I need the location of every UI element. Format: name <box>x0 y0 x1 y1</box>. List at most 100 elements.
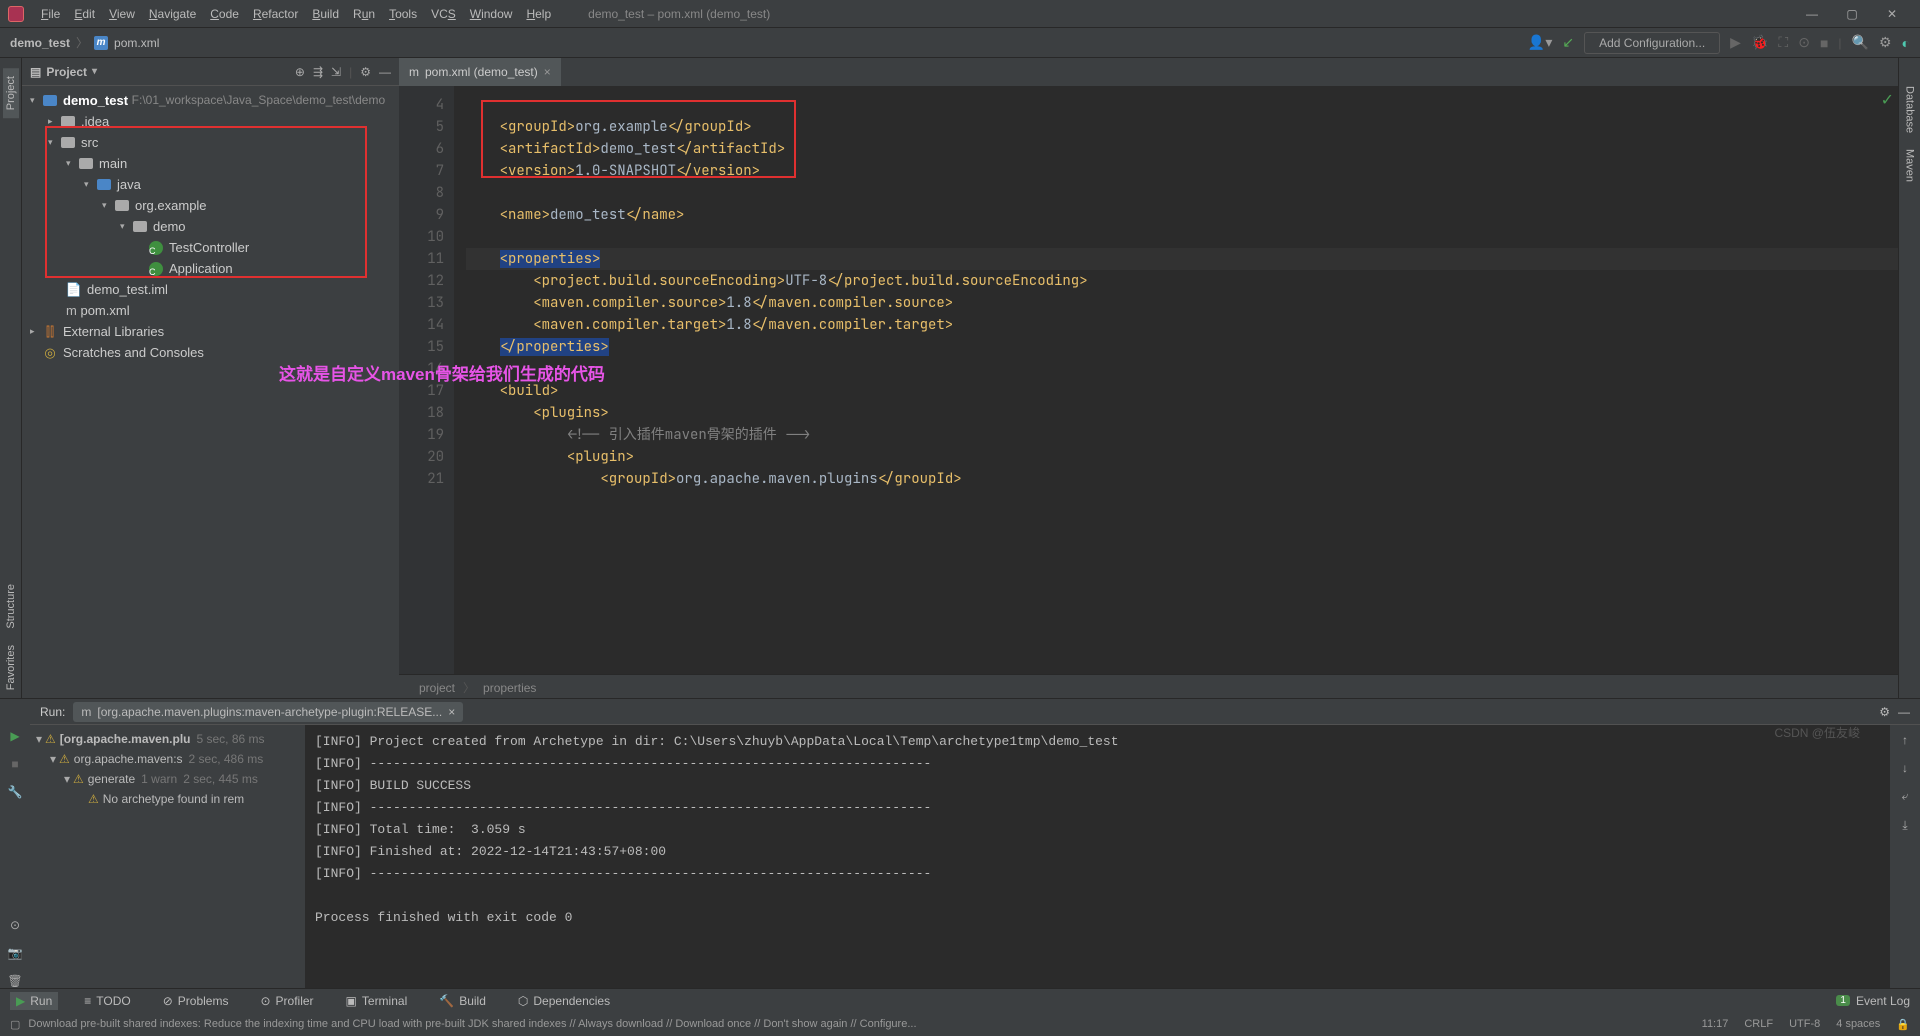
wrench-icon[interactable]: 🔧 <box>8 785 23 799</box>
project-tree[interactable]: ▾demo_test F:\01_workspace\Java_Space\de… <box>22 86 399 363</box>
status-line-sep[interactable]: CRLF <box>1744 1018 1773 1030</box>
menu-refactor[interactable]: Refactor <box>246 4 305 24</box>
run-header: Run: m [org.apache.maven.plugins:maven-a… <box>30 699 1920 725</box>
menu-view[interactable]: View <box>102 4 142 24</box>
soft-wrap-icon[interactable]: ⤶ <box>1902 789 1909 804</box>
run-hide-icon[interactable]: — <box>1898 705 1910 719</box>
tab-terminal[interactable]: ▣Terminal <box>340 992 414 1010</box>
pin-icon[interactable]: ⊙ <box>10 918 20 932</box>
tab-todo[interactable]: ≡TODO <box>78 992 136 1010</box>
minimize-button[interactable]: — <box>1792 7 1832 21</box>
tab-problems[interactable]: ⊘Problems <box>157 992 235 1010</box>
expand-icon[interactable]: ⇶ <box>313 65 323 79</box>
status-encoding[interactable]: UTF-8 <box>1789 1018 1820 1030</box>
menu-window[interactable]: Window <box>463 4 520 24</box>
user-icon[interactable]: 👤▾ <box>1528 34 1552 51</box>
trash-icon[interactable]: 🗑 <box>7 974 22 988</box>
menu-help[interactable]: Help <box>519 4 558 24</box>
run-button[interactable]: ▶ <box>1730 34 1741 51</box>
run-task-generate[interactable]: generate <box>88 769 135 789</box>
settings-icon[interactable]: ⚙ <box>360 65 371 79</box>
maximize-button[interactable]: ▢ <box>1832 7 1872 21</box>
tree-application[interactable]: Application <box>169 258 233 279</box>
tree-package[interactable]: org.example <box>135 195 207 216</box>
breadcrumb[interactable]: demo_test 〉 m pom.xml <box>10 34 159 51</box>
up-icon[interactable]: ↑ <box>1902 733 1908 747</box>
tree-pom[interactable]: pom.xml <box>80 300 129 321</box>
menu-edit[interactable]: Edit <box>67 4 102 24</box>
status-message[interactable]: Download pre-built shared indexes: Reduc… <box>28 1018 916 1030</box>
analysis-ok-icon[interactable]: ✓ <box>1881 90 1894 110</box>
run-task-maven[interactable]: org.apache.maven:s <box>74 749 183 769</box>
tree-external[interactable]: External Libraries <box>63 321 164 342</box>
status-indent[interactable]: 4 spaces <box>1836 1018 1880 1030</box>
coverage-button[interactable]: ⛶ <box>1778 34 1788 51</box>
menu-tools[interactable]: Tools <box>382 4 424 24</box>
editor-breadcrumb[interactable]: project〉properties <box>399 674 1898 698</box>
run-warning[interactable]: No archetype found in rem <box>103 789 244 809</box>
ide-features-icon[interactable]: ◐ <box>1902 35 1910 51</box>
settings-button[interactable]: ⚙ <box>1879 34 1892 51</box>
close-tab-icon[interactable]: × <box>448 705 455 719</box>
run-label: Run: <box>40 705 65 719</box>
annotation-text: 这就是自定义maven骨架给我们生成的代码 <box>279 360 605 385</box>
sidebar-tab-project[interactable]: Project <box>3 68 19 118</box>
build-button[interactable]: ↙ <box>1562 34 1574 51</box>
scroll-end-icon[interactable]: ⤓ <box>1902 818 1907 833</box>
status-bar: ▢ Download pre-built shared indexes: Red… <box>0 1012 1920 1036</box>
menu-code[interactable]: Code <box>203 4 246 24</box>
tree-idea[interactable]: .idea <box>81 111 109 132</box>
tree-main[interactable]: main <box>99 153 127 174</box>
tree-scratches[interactable]: Scratches and Consoles <box>63 342 204 363</box>
tree-testcontroller[interactable]: TestController <box>169 237 249 258</box>
hide-icon[interactable]: — <box>379 65 391 79</box>
breadcrumb-file[interactable]: pom.xml <box>114 36 159 50</box>
menu-bar: File Edit View Navigate Code Refactor Bu… <box>0 0 1920 28</box>
rerun-icon[interactable]: ▶ <box>10 729 19 743</box>
run-tree[interactable]: ▾⚠[org.apache.maven.plu5 sec, 86 ms ▾⚠or… <box>30 725 305 988</box>
tab-build[interactable]: 🔨Build <box>433 992 492 1010</box>
close-tab-icon[interactable]: × <box>544 65 551 79</box>
breadcrumb-root[interactable]: demo_test <box>10 36 70 50</box>
run-task-root[interactable]: [org.apache.maven.plu <box>60 729 191 749</box>
tab-dependencies[interactable]: ⬡Dependencies <box>512 992 616 1010</box>
status-lock-icon[interactable]: 🔒 <box>1896 1018 1910 1031</box>
profile-button[interactable]: ⊙ <box>1798 34 1810 51</box>
sidebar-tab-favorites[interactable]: Favorites <box>3 637 19 698</box>
tree-project-root[interactable]: demo_test <box>63 90 128 111</box>
run-settings-icon[interactable]: ⚙ <box>1879 705 1890 719</box>
menu-vcs[interactable]: VCS <box>424 4 463 24</box>
menu-build[interactable]: Build <box>305 4 346 24</box>
stop-button[interactable]: ■ <box>1820 35 1828 51</box>
editor-tab-pom[interactable]: m pom.xml (demo_test) × <box>399 58 561 86</box>
down-icon[interactable]: ↓ <box>1902 761 1908 775</box>
menu-run[interactable]: Run <box>346 4 382 24</box>
camera-icon[interactable]: 📷 <box>8 946 23 960</box>
tab-run[interactable]: ▶Run <box>10 992 58 1010</box>
search-button[interactable]: 🔍 <box>1852 34 1869 51</box>
sidebar-tab-structure[interactable]: Structure <box>3 576 19 637</box>
tree-src[interactable]: src <box>81 132 98 153</box>
run-tab[interactable]: m [org.apache.maven.plugins:maven-archet… <box>73 702 463 722</box>
menu-file[interactable]: File <box>34 4 67 24</box>
run-configuration-selector[interactable]: Add Configuration... <box>1584 32 1720 54</box>
status-icon[interactable]: ▢ <box>10 1018 20 1031</box>
close-button[interactable]: ✕ <box>1872 7 1912 21</box>
debug-button[interactable]: 🐞 <box>1751 34 1768 51</box>
locate-icon[interactable]: ⊕ <box>295 65 305 79</box>
tab-profiler[interactable]: ⊙Profiler <box>254 992 319 1010</box>
console-output[interactable]: [INFO] Project created from Archetype in… <box>305 725 1890 988</box>
stop-icon[interactable]: ■ <box>11 757 18 771</box>
tree-iml[interactable]: demo_test.iml <box>87 279 168 300</box>
todo-icon: ≡ <box>84 994 91 1008</box>
project-folder-icon: ▤ <box>30 65 41 79</box>
sidebar-tab-maven[interactable]: Maven <box>1902 141 1918 190</box>
menu-navigate[interactable]: Navigate <box>142 4 203 24</box>
tree-java[interactable]: java <box>117 174 141 195</box>
tab-eventlog[interactable]: 1Event Log <box>1836 994 1910 1008</box>
tree-demo[interactable]: demo <box>153 216 186 237</box>
sidebar-tab-database[interactable]: Database <box>1902 78 1918 141</box>
status-position[interactable]: 11:17 <box>1702 1018 1729 1030</box>
collapse-icon[interactable]: ⇲ <box>331 65 341 79</box>
code-area[interactable]: 456789101112131415161718192021 <groupId>… <box>399 86 1898 674</box>
